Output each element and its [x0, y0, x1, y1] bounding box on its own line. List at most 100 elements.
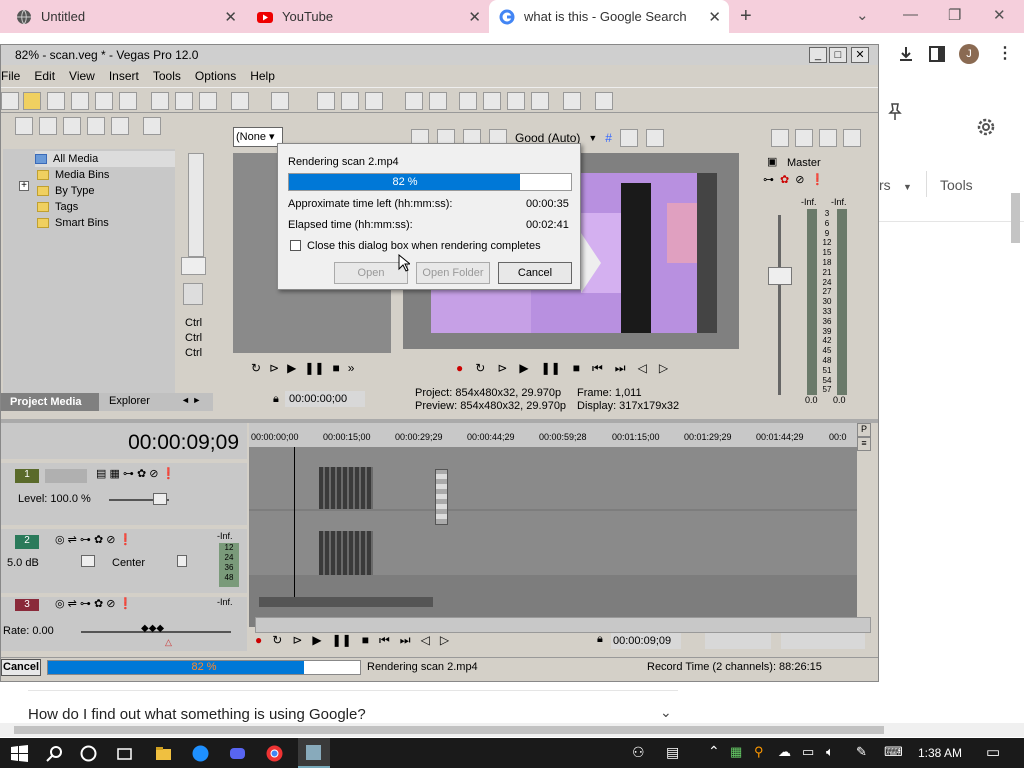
copy-icon[interactable]	[175, 92, 193, 110]
stop-icon[interactable]: ■	[332, 361, 339, 379]
tree-item-tags[interactable]: Tags	[37, 199, 175, 215]
menu-tools[interactable]: Tools	[153, 69, 181, 83]
loop-icon[interactable]: ↻	[475, 361, 485, 379]
remove-icon[interactable]	[143, 117, 161, 135]
pause-icon[interactable]: ❚❚	[541, 361, 561, 379]
open-button[interactable]: Open	[334, 262, 408, 284]
restore-icon[interactable]: ❐	[948, 6, 961, 24]
play-from-start-icon[interactable]: ⊳	[497, 361, 507, 379]
gear-icon[interactable]	[975, 116, 997, 138]
lock-envelopes-icon[interactable]	[483, 92, 501, 110]
tray-app-icon[interactable]: ▦	[730, 744, 742, 760]
record-icon[interactable]: ●	[456, 361, 463, 379]
marker-icon[interactable]: P	[857, 423, 871, 437]
clip-thumbnail[interactable]	[435, 469, 448, 525]
volume-slider-handle[interactable]	[81, 555, 95, 567]
save-snapshot-icon[interactable]	[645, 129, 664, 147]
prev-icon[interactable]: ⏮	[592, 361, 603, 379]
close-icon[interactable]: ✕	[468, 8, 481, 26]
redo-icon[interactable]	[271, 92, 289, 110]
vegas-taskbar-button[interactable]	[298, 738, 330, 768]
tray-search-icon[interactable]: ⚲	[754, 744, 764, 760]
render-icon[interactable]	[95, 92, 113, 110]
tree-scrollbar[interactable]	[188, 153, 204, 257]
chevron-up-icon[interactable]: ⌃	[708, 743, 720, 760]
mute-icon[interactable]: ⊘	[795, 173, 804, 189]
related-question[interactable]: How do I find out what something is usin…	[28, 706, 366, 723]
news-icon[interactable]: ▤	[666, 744, 679, 761]
clock[interactable]: 1:38 AM	[918, 746, 962, 760]
save-icon[interactable]	[47, 92, 65, 110]
master-fader-handle[interactable]	[768, 267, 792, 285]
new-icon[interactable]	[1, 92, 19, 110]
play-icon[interactable]: ▶	[519, 361, 528, 379]
play-from-start-icon[interactable]: ⊳	[269, 361, 279, 379]
timeline-vscroll[interactable]: P ≡	[857, 423, 871, 619]
edge-icon[interactable]	[192, 745, 209, 762]
cancel-button[interactable]: Cancel	[498, 262, 572, 284]
windows-start-icon[interactable]	[11, 745, 28, 762]
window-close-icon[interactable]: ✕	[993, 6, 1006, 24]
overlay-grid-icon[interactable]: #	[605, 131, 612, 145]
menu-insert[interactable]: Insert	[109, 69, 139, 83]
close-icon[interactable]: ✕	[708, 8, 721, 26]
scrollbar-thumb[interactable]	[14, 726, 884, 734]
refresh-icon[interactable]	[87, 117, 105, 135]
dim-icon[interactable]	[819, 129, 837, 147]
tab-google-search[interactable]: what is this - Google Search ✕	[489, 0, 729, 33]
get-media-icon[interactable]	[63, 117, 81, 135]
undo-icon[interactable]	[231, 92, 249, 110]
import-icon[interactable]	[15, 117, 33, 135]
loop-region[interactable]	[259, 597, 433, 607]
chevron-down-icon[interactable]: ⌄	[660, 704, 672, 721]
pan-slider-handle[interactable]	[177, 555, 187, 567]
downmix-icon[interactable]	[795, 129, 813, 147]
mixer-icon[interactable]	[843, 129, 861, 147]
file-explorer-icon[interactable]	[155, 745, 172, 762]
cancel-render-button[interactable]: Cancel	[1, 659, 41, 676]
edit-tool-icon[interactable]	[317, 92, 335, 110]
selection-tool-icon[interactable]	[365, 92, 383, 110]
solo-icon[interactable]: ❗	[810, 173, 824, 189]
cut-icon[interactable]	[151, 92, 169, 110]
play-from-start-icon[interactable]: ⊳	[292, 633, 302, 651]
scrollbar-thumb[interactable]	[1011, 193, 1020, 243]
track-fx-icons[interactable]: ◎ ⇌ ⊶ ✿ ⊘ ❗	[55, 597, 132, 610]
menu-help[interactable]: Help	[250, 69, 275, 83]
next-frame-icon[interactable]: ▷	[659, 361, 668, 379]
tray-device-icon[interactable]: ▭	[802, 744, 814, 760]
more-menu-icon[interactable]: ⋮	[997, 43, 1013, 63]
tab-explorer[interactable]: Explorer	[109, 395, 150, 407]
track-fx-icons[interactable]: ◎ ⇌ ⊶ ✿ ⊘ ❗	[55, 533, 132, 546]
snap-icon[interactable]	[405, 92, 423, 110]
loop-icon[interactable]: ↻	[251, 361, 261, 379]
search-icon[interactable]	[46, 745, 63, 762]
play-icon[interactable]: ▶	[312, 633, 321, 651]
open-folder-button[interactable]: Open Folder	[416, 262, 490, 284]
close-button[interactable]: ✕	[851, 47, 869, 63]
fx-chain-icon[interactable]: ⊶	[763, 173, 774, 189]
avatar[interactable]: J	[959, 44, 979, 64]
minimize-icon[interactable]: —	[903, 6, 918, 23]
pause-icon[interactable]: ❚❚	[304, 361, 324, 379]
expand-icon[interactable]: +	[19, 181, 29, 191]
rate-handle-icon[interactable]: ◆◆◆	[141, 623, 164, 634]
prev-icon[interactable]: ⏮	[379, 633, 390, 651]
tree-item-smart-bins[interactable]: Smart Bins	[37, 215, 175, 231]
open-icon[interactable]	[23, 92, 41, 110]
save-as-icon[interactable]	[71, 92, 89, 110]
tools-link[interactable]: Tools	[940, 177, 973, 193]
close-when-done-checkbox[interactable]	[290, 240, 301, 251]
ripple-icon[interactable]	[429, 92, 447, 110]
tab-untitled[interactable]: Untitled ✕	[0, 0, 245, 33]
fx-icon[interactable]: ✿	[780, 173, 789, 189]
side-panel-icon[interactable]	[929, 46, 945, 62]
notification-icon[interactable]: ▭	[986, 743, 1000, 761]
record-icon[interactable]: ●	[255, 633, 262, 651]
time-ruler[interactable]: 00:00:00;00 00:00:15;00 00:00:29;29 00:0…	[249, 423, 857, 447]
paste-icon[interactable]	[199, 92, 217, 110]
task-view-icon[interactable]	[116, 745, 133, 762]
next-frame-icon[interactable]: ▷	[440, 633, 449, 651]
stop-icon[interactable]: ■	[362, 633, 369, 651]
menu-view[interactable]: View	[69, 69, 95, 83]
